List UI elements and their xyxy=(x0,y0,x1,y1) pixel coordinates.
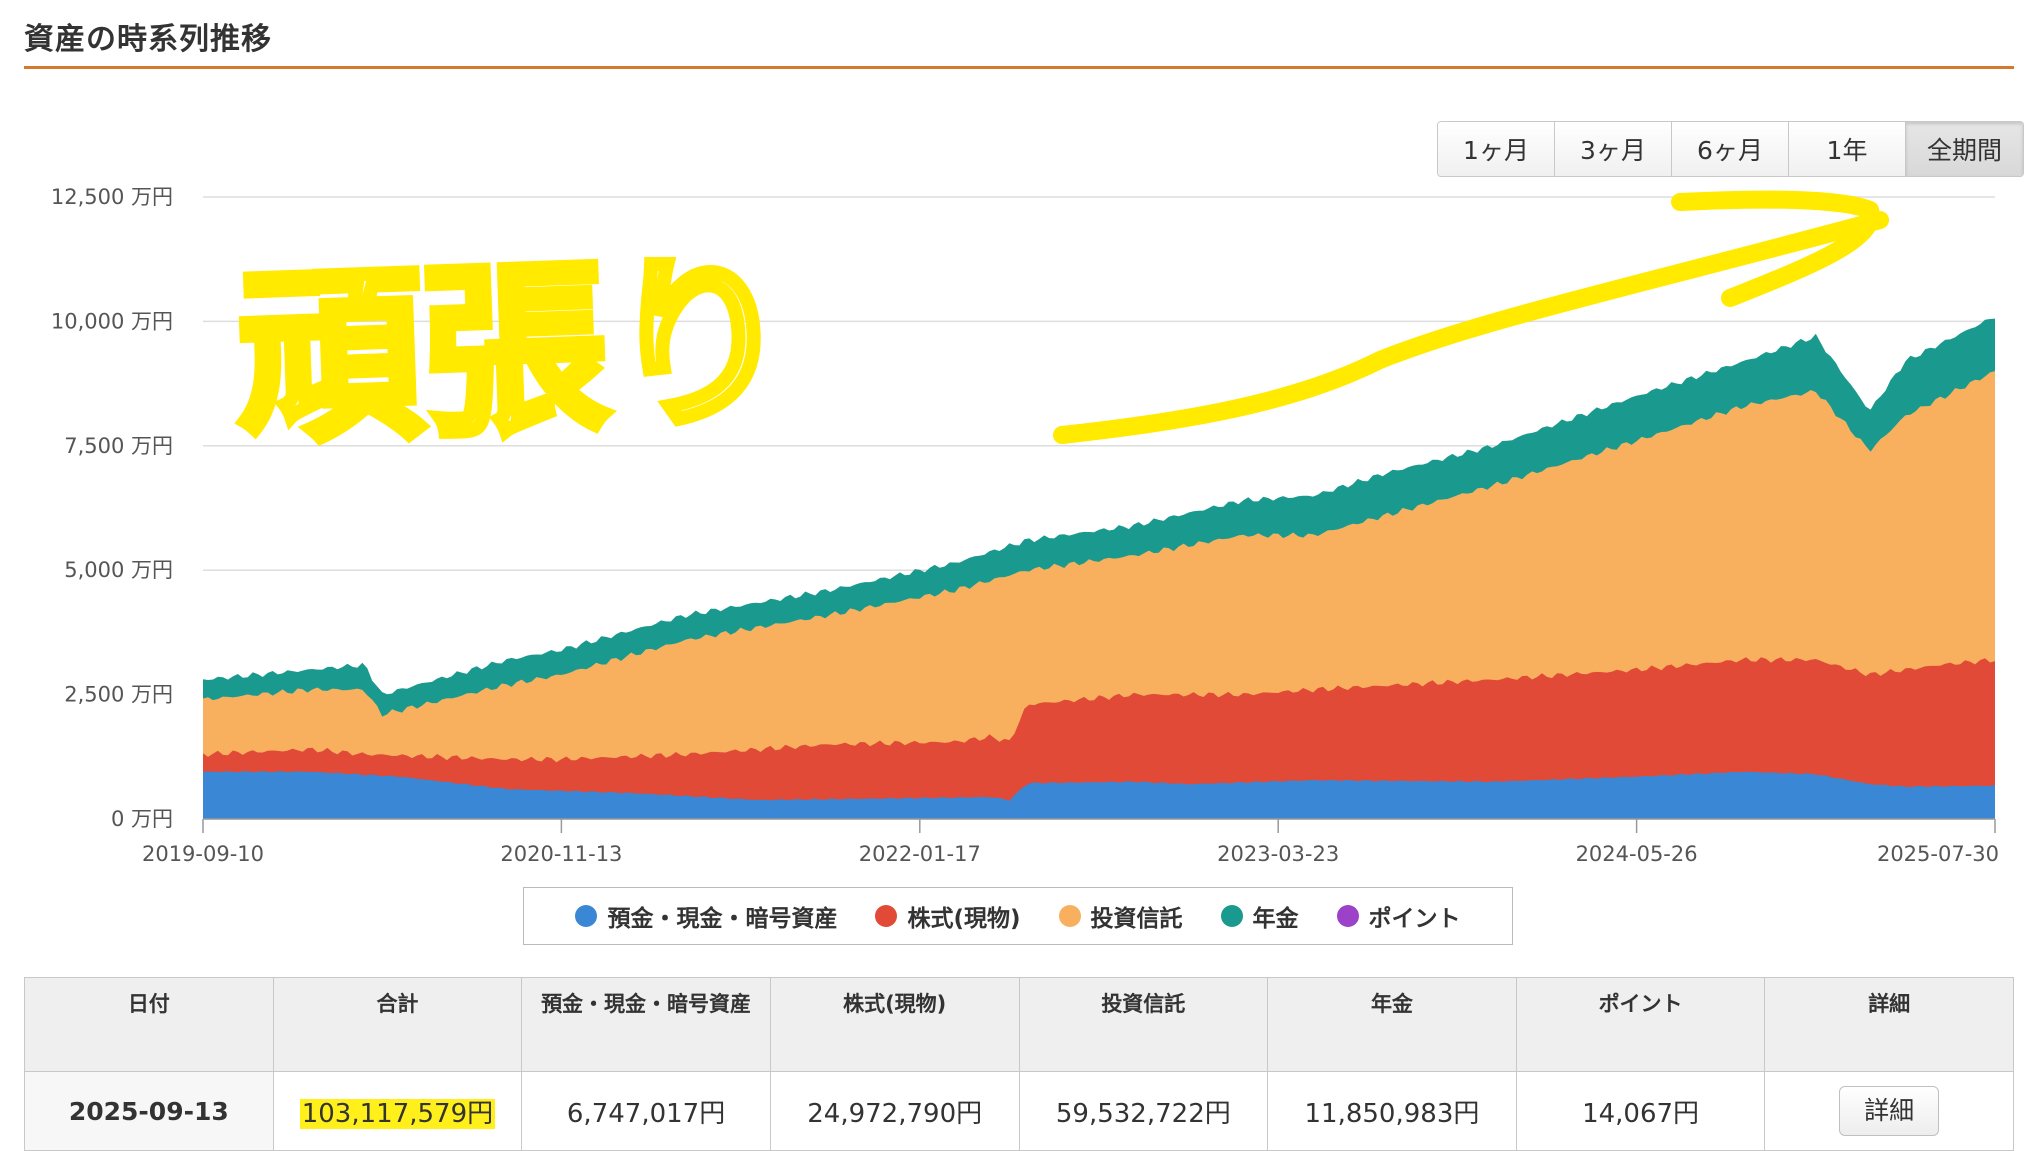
legend-dot-icon xyxy=(1058,905,1081,927)
y-tick-label: 7,500 万円 xyxy=(64,434,173,458)
legend-item-pension[interactable]: 年金 xyxy=(1220,899,1299,933)
legend-item-cash[interactable]: 預金・現金・暗号資産 xyxy=(575,899,837,933)
cell-points: 14,067円 xyxy=(1515,1071,1766,1151)
header-cash: 預金・現金・暗号資産 xyxy=(521,977,771,1072)
header-funds: 投資信託 xyxy=(1018,977,1269,1072)
legend-label: 年金 xyxy=(1252,906,1299,932)
legend-dot-icon xyxy=(1220,905,1243,927)
range-1year-button[interactable]: 1年 xyxy=(1789,122,1906,176)
asset-summary-table: 日付 合計 預金・現金・暗号資産 株式(現物) 投資信託 年金 ポイント 詳細 … xyxy=(24,977,2014,1151)
range-6month-button[interactable]: 6ヶ月 xyxy=(1672,122,1789,176)
range-all-button[interactable]: 全期間 xyxy=(1906,122,2023,176)
range-1month-button[interactable]: 1ヶ月 xyxy=(1438,122,1555,176)
cell-cash: 6,747,017円 xyxy=(521,1071,771,1151)
legend-label: ポイント xyxy=(1368,906,1461,932)
y-tick-label: 5,000 万円 xyxy=(64,558,173,582)
title-divider xyxy=(24,66,2014,69)
legend-dot-icon xyxy=(575,905,598,927)
range-selector: 1ヶ月 3ヶ月 6ヶ月 1年 全期間 xyxy=(1437,121,2024,177)
x-tick-label: 2020-11-13 xyxy=(500,842,622,866)
header-date: 日付 xyxy=(24,977,274,1072)
cell-detail: 詳細 xyxy=(1764,1071,2014,1151)
highlighted-total: 103,117,579円 xyxy=(299,1098,496,1129)
cell-funds: 59,532,722円 xyxy=(1018,1071,1269,1151)
cell-total: 103,117,579円 xyxy=(272,1071,523,1151)
header-pension: 年金 xyxy=(1267,977,1517,1072)
x-tick-label: 2023-03-23 xyxy=(1217,842,1339,866)
legend-dot-icon xyxy=(875,905,898,927)
header-total: 合計 xyxy=(272,977,523,1072)
asset-area-chart: 0 万円 2,500 万円 5,000 万円 7,500 万円 10,000 万円 12,… xyxy=(51,185,1999,866)
detail-button[interactable]: 詳細 xyxy=(1839,1086,1940,1136)
legend-label: 投資信託 xyxy=(1090,906,1183,932)
legend-item-funds[interactable]: 投資信託 xyxy=(1058,899,1183,933)
legend-dot-icon xyxy=(1336,905,1359,927)
y-tick-label: 12,500 万円 xyxy=(51,185,173,209)
y-tick-label: 2,500 万円 xyxy=(64,683,173,707)
section-title: 資産の時系列推移 xyxy=(24,22,272,57)
x-tick-label: 2022-01-17 xyxy=(859,842,981,866)
header-detail: 詳細 xyxy=(1764,977,2014,1072)
x-tick-label: 2019-09-10 xyxy=(142,842,264,866)
chart-legend: 預金・現金・暗号資産 株式(現物) 投資信託 年金 ポイント xyxy=(523,887,1513,945)
header-stocks: 株式(現物) xyxy=(769,977,1020,1072)
legend-label: 株式(現物) xyxy=(907,906,1021,932)
table-row: 2025-09-13 103,117,579円 6,747,017円 24,97… xyxy=(24,1071,2014,1151)
legend-item-stocks[interactable]: 株式(現物) xyxy=(875,899,1021,933)
cell-pension: 11,850,983円 xyxy=(1267,1071,1517,1151)
cell-stocks: 24,972,790円 xyxy=(769,1071,1020,1151)
table-header-row: 日付 合計 預金・現金・暗号資産 株式(現物) 投資信託 年金 ポイント 詳細 xyxy=(24,977,2014,1072)
y-tick-label: 10,000 万円 xyxy=(51,309,173,333)
legend-item-points[interactable]: ポイント xyxy=(1336,899,1461,933)
header-points: ポイント xyxy=(1515,977,1766,1072)
annotation-text: 頑張り xyxy=(234,234,796,469)
legend-label: 預金・現金・暗号資産 xyxy=(607,906,838,932)
x-tick-label: 2025-07-30 xyxy=(1877,842,1999,866)
range-3month-button[interactable]: 3ヶ月 xyxy=(1555,122,1672,176)
y-tick-label: 0 万円 xyxy=(111,807,173,831)
cell-date: 2025-09-13 xyxy=(24,1071,274,1151)
x-tick-label: 2024-05-26 xyxy=(1576,842,1698,866)
